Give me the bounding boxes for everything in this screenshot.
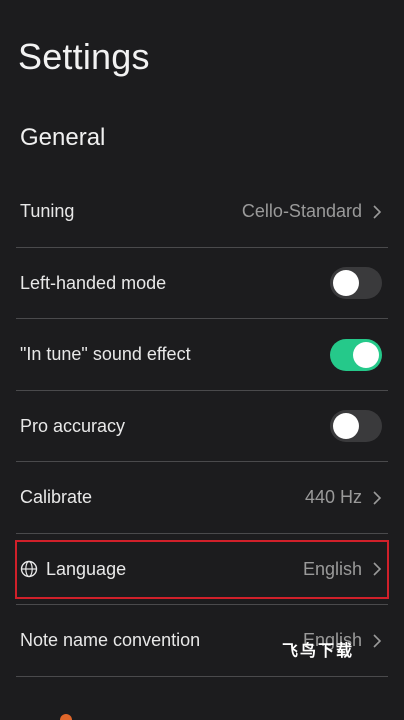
tuning-value: Cello-Standard [241,201,362,222]
row-pro-accuracy: Pro accuracy [0,391,404,462]
divider [16,675,388,677]
watermark-text: 飞鸟下载 [282,643,355,660]
left-handed-label: Left-handed mode [20,272,167,293]
calibrate-value: 440 Hz [304,487,362,508]
row-language[interactable]: Language English [0,534,404,605]
toggle-knob [333,270,359,297]
chevron-right-icon [373,634,382,648]
chevron-right-icon [373,491,382,505]
in-tune-label: "In tune" sound effect [20,344,191,365]
in-tune-toggle[interactable] [330,338,382,371]
toggle-knob [333,413,359,440]
row-in-tune-sound: "In tune" sound effect [0,319,404,391]
language-value: English [302,558,362,579]
calibrate-label: Calibrate [20,487,93,508]
row-tuning[interactable]: Tuning Cello-Standard [0,176,404,248]
toggle-knob [353,341,379,368]
chevron-right-icon [373,205,382,219]
page-title: Settings [18,36,150,77]
pro-accuracy-label: Pro accuracy [20,415,126,436]
section-title-general: General [20,124,106,151]
language-label: Language [46,558,127,579]
settings-screen: Settings General Tuning Cello-Standard L… [0,0,404,720]
chevron-right-icon [373,562,382,576]
pro-accuracy-toggle[interactable] [330,410,382,443]
note-name-label: Note name convention [20,630,201,651]
row-calibrate[interactable]: Calibrate 440 Hz [0,462,404,534]
globe-icon [20,561,38,578]
settings-list: Tuning Cello-Standard Left-handed mode "… [0,176,404,677]
left-handed-toggle[interactable] [330,267,382,300]
bottom-indicator-dot [60,714,72,720]
row-left-handed-mode: Left-handed mode [0,248,404,319]
tuning-label: Tuning [20,201,75,222]
